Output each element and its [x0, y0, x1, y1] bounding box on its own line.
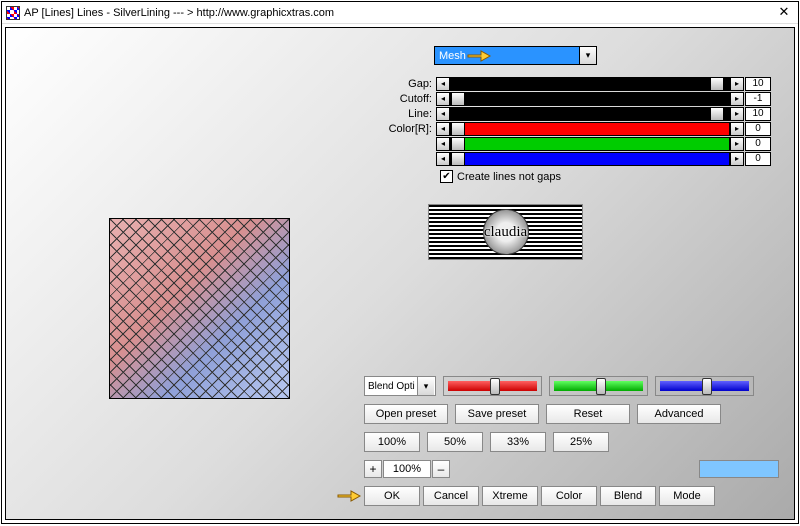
slider-left-arrow[interactable]: ◂ [436, 137, 450, 151]
pct-33-button[interactable]: 33% [490, 432, 546, 452]
slider-value[interactable]: 10 [745, 77, 771, 91]
mode-button[interactable]: Mode [659, 486, 715, 506]
slider-track[interactable] [450, 92, 730, 106]
slider-thumb[interactable] [451, 138, 465, 150]
slider-value[interactable]: 0 [745, 137, 771, 151]
window-title: AP [Lines] Lines - SilverLining --- > ht… [24, 7, 334, 19]
slider-label: Color[R]: [366, 123, 436, 135]
effect-dropdown[interactable]: Mesh [434, 46, 597, 65]
slider-thumb[interactable] [451, 153, 465, 165]
zoom-value: 100% [383, 460, 431, 478]
xtreme-button[interactable]: Xtreme [482, 486, 538, 506]
slider-row: Gap:◂ ▸10 [366, 76, 771, 91]
vendor-logo: claudia [428, 204, 583, 260]
slider-track[interactable] [450, 137, 730, 151]
slider-left-arrow[interactable]: ◂ [436, 107, 450, 121]
slider-right-arrow[interactable]: ▸ [730, 152, 744, 166]
slider-track[interactable] [450, 77, 730, 91]
slider-value[interactable]: 0 [745, 122, 771, 136]
pct-50-button[interactable]: 50% [427, 432, 483, 452]
blend-options-label: Blend Opti [368, 381, 415, 392]
slider-group: Gap:◂▸10Cutoff:◂▸-1Line:◂▸10Color[R]:◂▸0… [366, 76, 771, 166]
advanced-button[interactable]: Advanced [637, 404, 721, 424]
preview-image[interactable] [109, 218, 290, 399]
slider-row: Line:◂ ▸10 [366, 106, 771, 121]
plugin-window: AP [Lines] Lines - SilverLining --- > ht… [1, 1, 799, 524]
blend-row: Blend Opti [364, 376, 754, 396]
slider-right-arrow[interactable]: ▸ [730, 137, 744, 151]
reset-button[interactable]: Reset [546, 404, 630, 424]
blend-options-dropdown[interactable]: Blend Opti [364, 376, 436, 396]
pct-25-button[interactable]: 25% [553, 432, 609, 452]
cancel-button[interactable]: Cancel [423, 486, 479, 506]
effect-dropdown-value: Mesh [439, 50, 466, 62]
blue-mini-slider[interactable] [655, 376, 754, 396]
zoom-out-button[interactable]: – [432, 460, 450, 478]
open-preset-button[interactable]: Open preset [364, 404, 448, 424]
percent-row: 100% 50% 33% 25% [364, 432, 609, 452]
slider-left-arrow[interactable]: ◂ [436, 122, 450, 136]
slider-value[interactable]: -1 [745, 92, 771, 106]
slider-left-arrow[interactable]: ◂ [436, 92, 450, 106]
slider-left-arrow[interactable]: ◂ [436, 77, 450, 91]
slider-label: Gap: [366, 78, 436, 90]
slider-track[interactable] [450, 152, 730, 166]
slider-thumb[interactable] [710, 108, 724, 120]
slider-row: Cutoff:◂ ▸-1 [366, 91, 771, 106]
slider-left-arrow[interactable]: ◂ [436, 152, 450, 166]
slider-right-arrow[interactable]: ▸ [730, 92, 744, 106]
create-lines-checkbox[interactable]: ✔ [440, 170, 453, 183]
slider-thumb[interactable] [451, 93, 465, 105]
preset-row: Open preset Save preset Reset Advanced [364, 404, 721, 424]
slider-right-arrow[interactable]: ▸ [730, 122, 744, 136]
red-mini-slider[interactable] [443, 376, 542, 396]
zoom-row: + 100% – [364, 460, 450, 478]
color-button[interactable]: Color [541, 486, 597, 506]
pct-100-button[interactable]: 100% [364, 432, 420, 452]
slider-row: ◂ ▸0 [366, 136, 771, 151]
slider-right-arrow[interactable]: ▸ [730, 77, 744, 91]
titlebar[interactable]: AP [Lines] Lines - SilverLining --- > ht… [2, 2, 798, 24]
slider-value[interactable]: 10 [745, 107, 771, 121]
left-pane [6, 28, 366, 519]
right-pane: Mesh Gap:◂▸10Cutoff:◂▸-1Line:◂▸10Color[R… [366, 28, 794, 519]
slider-row: Color[R]:◂ ▸0 [366, 121, 771, 136]
save-preset-button[interactable]: Save preset [455, 404, 539, 424]
slider-right-arrow[interactable]: ▸ [730, 107, 744, 121]
blend-button[interactable]: Blend [600, 486, 656, 506]
slider-label: Line: [366, 108, 436, 120]
pointing-hand-icon [466, 45, 492, 65]
client-area: Mesh Gap:◂▸10Cutoff:◂▸-1Line:◂▸10Color[R… [5, 27, 795, 520]
slider-thumb[interactable] [451, 123, 465, 135]
close-button[interactable]: ✕ [774, 4, 794, 22]
color-swatch[interactable] [699, 460, 779, 478]
pointing-hand-icon [336, 485, 362, 505]
create-lines-label: Create lines not gaps [457, 171, 561, 183]
vendor-logo-text: claudia [484, 224, 527, 241]
slider-track[interactable] [450, 107, 730, 121]
create-lines-checkbox-row: ✔ Create lines not gaps [440, 170, 561, 183]
slider-value[interactable]: 0 [745, 152, 771, 166]
app-icon [6, 6, 20, 20]
slider-row: ◂ ▸0 [366, 151, 771, 166]
ok-button[interactable]: OK [364, 486, 420, 506]
action-row: OK Cancel Xtreme Color Blend Mode [364, 486, 715, 506]
dropdown-arrow-icon[interactable] [579, 47, 596, 64]
green-mini-slider[interactable] [549, 376, 648, 396]
slider-track[interactable] [450, 122, 730, 136]
slider-label: Cutoff: [366, 93, 436, 105]
zoom-in-button[interactable]: + [364, 460, 382, 478]
slider-thumb[interactable] [710, 78, 724, 90]
